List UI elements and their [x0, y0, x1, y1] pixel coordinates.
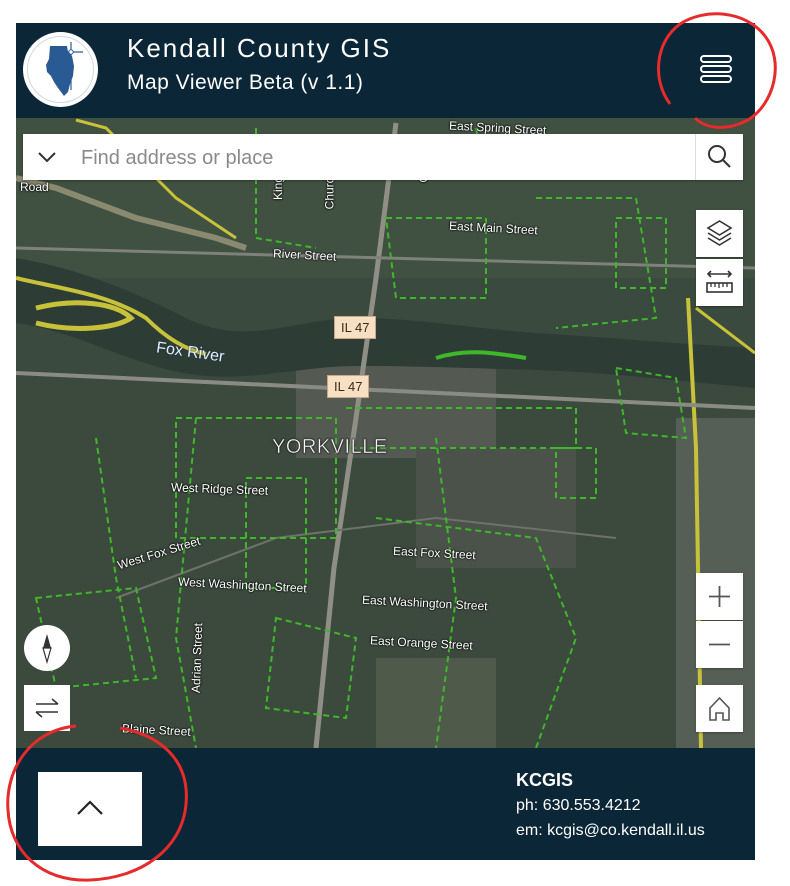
zoom-out-button[interactable] — [696, 621, 743, 668]
home-icon — [709, 696, 730, 721]
compass-button[interactable] — [24, 625, 70, 671]
search-source-dropdown[interactable] — [23, 134, 75, 180]
hamburger-menu-icon — [700, 55, 732, 83]
street-label: Road — [20, 180, 49, 194]
aerial-imagery — [16, 118, 755, 748]
expand-panel-button[interactable] — [38, 772, 142, 846]
measure-button[interactable] — [696, 259, 743, 306]
hamburger-menu-button[interactable] — [696, 51, 736, 87]
street-label: Adrian Street — [188, 622, 206, 694]
app-header: Kendall County GIS Map Viewer Beta (v 1.… — [16, 23, 755, 118]
search-icon — [708, 145, 731, 168]
home-button[interactable] — [696, 685, 743, 732]
zoom-in-button[interactable] — [696, 573, 743, 620]
search-widget — [23, 134, 743, 180]
map-view[interactable]: Fox River YORKVILLE IL 47 IL 47 East Spr… — [16, 118, 755, 748]
app-footer: KCGIS ph: 630.553.4212 em: kcgis@co.kend… — [16, 748, 755, 860]
chevron-up-icon — [77, 800, 103, 815]
contact-name: KCGIS — [516, 770, 574, 790]
contact-phone: ph: 630.553.4212 — [516, 797, 641, 814]
route-shield: IL 47 — [327, 375, 370, 398]
search-input[interactable] — [79, 142, 683, 174]
swap-button[interactable] — [24, 685, 70, 731]
minus-icon — [709, 643, 730, 646]
search-button[interactable] — [695, 134, 743, 180]
measure-icon — [706, 270, 733, 293]
app-title: Kendall County GIS — [127, 33, 392, 63]
contact-email: em: kcgis@co.kendall.il.us — [516, 822, 705, 839]
app-subtitle: Map Viewer Beta (v 1.1) — [127, 71, 364, 94]
plus-icon — [709, 586, 730, 607]
compass-icon — [42, 634, 52, 665]
layers-button[interactable] — [696, 210, 743, 257]
chevron-down-icon — [38, 152, 56, 163]
town-label: YORKVILLE — [272, 436, 388, 459]
map-viewer-app: Kendall County GIS Map Viewer Beta (v 1.… — [16, 23, 755, 860]
layers-icon — [706, 220, 733, 246]
illinois-logo-icon — [23, 32, 98, 107]
route-shield: IL 47 — [334, 316, 377, 339]
swap-icon — [35, 698, 59, 718]
